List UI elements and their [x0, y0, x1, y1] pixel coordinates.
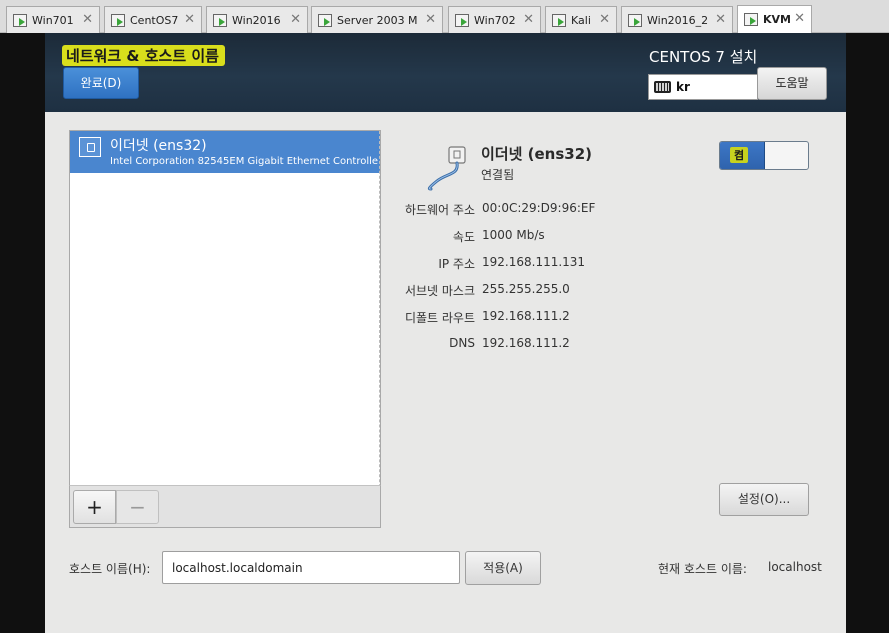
ip-address-label: IP 주소: [438, 257, 475, 271]
default-route-value: 192.168.111.2: [482, 309, 570, 323]
dns-value: 192.168.111.2: [482, 336, 570, 350]
vm-icon: [213, 14, 227, 27]
close-icon[interactable]: ✕: [715, 12, 726, 27]
close-icon[interactable]: ✕: [184, 12, 195, 27]
vm-icon: [552, 14, 566, 27]
toggle-label: 켬: [730, 147, 749, 163]
current-hostname-value: localhost: [768, 560, 822, 574]
tab-label: Kali: [571, 14, 591, 27]
speed-label: 속도: [452, 230, 475, 244]
vm-icon: [13, 14, 27, 27]
current-hostname-label: 현재 호스트 이름:: [658, 562, 747, 576]
ip-address-value: 192.168.111.131: [482, 255, 586, 269]
close-icon[interactable]: ✕: [290, 12, 301, 27]
add-device-button[interactable]: +: [73, 490, 116, 524]
ethernet-icon: [79, 137, 101, 157]
device-row-title: 이더넷 (ens32): [110, 138, 207, 154]
device-list-toolbar: + −: [69, 485, 381, 528]
tab-win702[interactable]: Win702 ✕: [448, 6, 541, 33]
speed-value: 1000 Mb/s: [482, 228, 545, 242]
vm-icon: [455, 14, 469, 27]
keyboard-layout-label: kr: [676, 80, 690, 94]
remove-device-button[interactable]: −: [116, 490, 159, 524]
hardware-address-value: 00:0C:29:D9:96:EF: [482, 201, 596, 215]
tab-win701[interactable]: Win701 ✕: [6, 6, 100, 33]
tab-label: Win2016: [232, 14, 281, 27]
apply-hostname-button[interactable]: 적용(A): [465, 551, 541, 585]
tab-win2016-2[interactable]: Win2016_2 ✕: [621, 6, 733, 33]
dns-label: DNS: [449, 336, 475, 350]
tab-server-2003[interactable]: Server 2003 M ✕: [311, 6, 443, 33]
tab-label: Server 2003 M: [337, 14, 418, 27]
help-button[interactable]: 도움말: [757, 67, 827, 100]
device-list: 이더넷 (ens32) Intel Corporation 82545EM Gi…: [69, 130, 381, 528]
page-title: 네트워크 & 호스트 이름: [62, 45, 225, 66]
hardware-address-label: 하드웨어 주소: [404, 203, 475, 217]
done-button[interactable]: 완료(D): [63, 67, 139, 99]
vm-frame-right: [846, 33, 889, 633]
subnet-mask-value: 255.255.255.0: [482, 282, 570, 296]
tab-label: Win2016_2: [647, 14, 709, 27]
close-icon[interactable]: ✕: [794, 11, 805, 26]
tab-kvm[interactable]: KVM ✕: [737, 5, 812, 34]
device-status: 연결됨: [481, 168, 515, 182]
keyboard-icon: [654, 81, 671, 93]
vm-icon: [318, 14, 332, 27]
network-hostname-spoke: 이더넷 (ens32) Intel Corporation 82545EM Gi…: [45, 112, 846, 633]
tab-label: Win701: [32, 14, 74, 27]
ethernet-cable-icon: [427, 146, 466, 191]
configure-button[interactable]: 설정(O)...: [719, 483, 809, 516]
install-title: CENTOS 7 설치: [649, 48, 758, 66]
close-icon[interactable]: ✕: [82, 12, 93, 27]
tab-label: Win702: [474, 14, 516, 27]
device-row-description: Intel Corporation 82545EM Gigabit Ethern…: [110, 156, 378, 167]
device-row-ens32[interactable]: 이더넷 (ens32) Intel Corporation 82545EM Gi…: [70, 131, 380, 173]
tab-centos7[interactable]: CentOS7 ✕: [104, 6, 202, 33]
vm-icon: [744, 13, 758, 26]
close-icon[interactable]: ✕: [599, 12, 610, 27]
tab-kali[interactable]: Kali ✕: [545, 6, 617, 33]
default-route-label: 디폴트 라우트: [404, 311, 475, 325]
vm-icon: [111, 14, 125, 27]
subnet-mask-label: 서브넷 마스크: [404, 284, 475, 298]
vm-frame-left: [0, 33, 45, 633]
hostname-label: 호스트 이름(H):: [69, 562, 151, 576]
tab-win2016[interactable]: Win2016 ✕: [206, 6, 308, 33]
device-toggle-switch[interactable]: 켬: [719, 141, 809, 170]
close-icon[interactable]: ✕: [425, 12, 436, 27]
tab-label: CentOS7: [130, 14, 179, 27]
device-name: 이더넷 (ens32): [481, 145, 592, 163]
tab-label: KVM: [763, 13, 791, 26]
vm-tab-bar: Win701 ✕ CentOS7 ✕ Win2016 ✕ Server 2003…: [0, 0, 889, 34]
installer-header: 네트워크 & 호스트 이름 완료(D) CENTOS 7 설치 kr 도움말: [45, 33, 846, 112]
keyboard-layout-indicator[interactable]: kr: [648, 74, 758, 100]
hostname-input[interactable]: [162, 551, 460, 584]
vm-icon: [628, 14, 642, 27]
close-icon[interactable]: ✕: [523, 12, 534, 27]
